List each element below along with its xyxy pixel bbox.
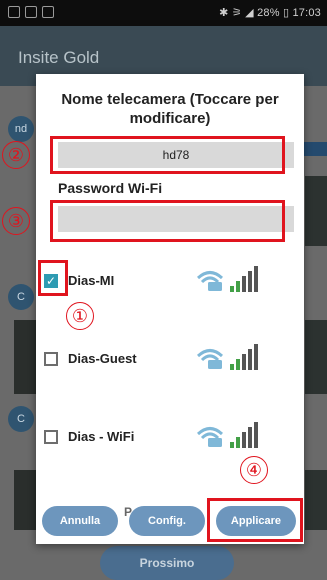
network-ssid: Dias-Guest <box>68 351 137 366</box>
wifi-lock-icon <box>194 342 268 372</box>
wifi-network-row[interactable]: Dias - WiFi <box>44 422 296 452</box>
network-checkbox[interactable] <box>44 352 58 366</box>
bg-step-circle: C <box>8 284 34 310</box>
bg-thumbnail <box>305 470 327 530</box>
config-button[interactable]: Config. <box>129 506 205 536</box>
annotation-box-password <box>50 200 285 242</box>
dialog-title: Nome telecamera (Toccare per modificare) <box>61 91 279 127</box>
annotation-number-1: ① <box>66 302 94 330</box>
bg-thumbnail <box>14 470 36 530</box>
wifi-lock-icon <box>194 420 268 450</box>
status-bar: ✱ ⚞ ◢ 28% ▯ 17:03 <box>0 0 327 26</box>
wifi-network-row[interactable]: Dias-Guest <box>44 344 296 374</box>
network-checkbox[interactable] <box>44 430 58 444</box>
wifi-network-row[interactable]: ✓ Dias-MI <box>44 266 296 296</box>
next-button[interactable]: Prossimo <box>100 546 234 580</box>
bg-thumbnail <box>305 320 327 394</box>
bg-step-circle: C <box>8 406 34 432</box>
bg-thumbnail <box>14 320 36 394</box>
annotation-box-apply <box>207 498 303 542</box>
bg-step-circle: nd <box>8 116 34 142</box>
network-ssid: Dias-MI <box>68 273 115 288</box>
annotation-number-2: ② <box>2 141 30 169</box>
bg-thumbnail <box>305 176 327 246</box>
annotation-number-3: ③ <box>2 207 30 235</box>
annotation-number-4: ④ <box>240 456 268 484</box>
password-label: Password Wi-Fi <box>58 180 163 196</box>
app-title: Insite Gold <box>18 48 100 67</box>
annotation-box-camera-name <box>50 136 285 174</box>
annotation-box-checkbox <box>38 260 68 296</box>
cancel-button[interactable]: Annulla <box>42 506 118 536</box>
status-right: ✱ ⚞ ◢ 28% ▯ 17:03 <box>219 7 321 19</box>
wifi-lock-icon <box>194 264 268 294</box>
notification-icons <box>8 6 54 18</box>
network-ssid: Dias - WiFi <box>68 429 135 444</box>
